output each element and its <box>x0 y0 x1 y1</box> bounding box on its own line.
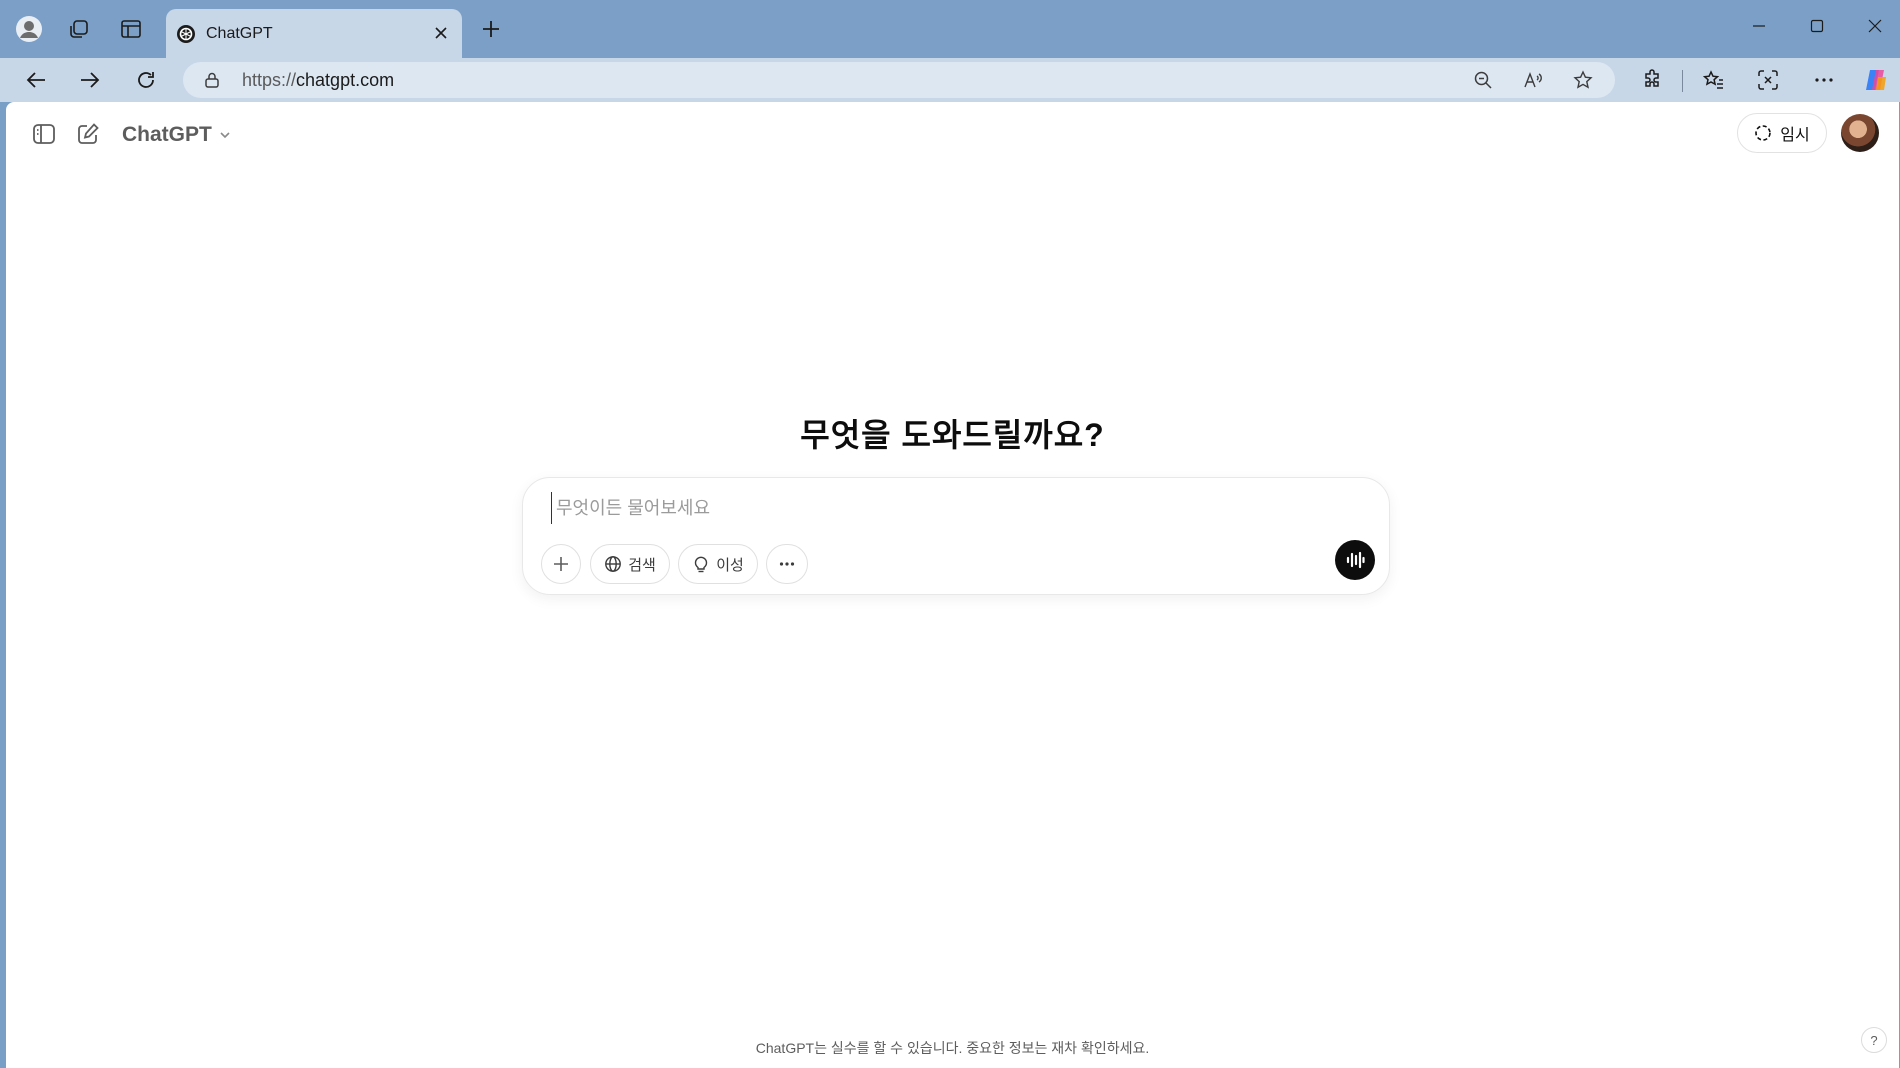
temporary-chat-button[interactable]: 임시 <box>1737 113 1827 153</box>
reason-label: 이성 <box>716 556 744 574</box>
reason-button[interactable]: 이성 <box>678 544 758 584</box>
browser-tab-chatgpt[interactable]: ChatGPT <box>166 9 462 58</box>
plus-icon <box>481 19 501 39</box>
tab-actions-icon[interactable] <box>114 12 148 46</box>
voice-button[interactable] <box>1335 540 1375 580</box>
page-title: 무엇을 도와드릴까요? <box>800 417 1105 453</box>
address-url[interactable]: https://chatgpt.com <box>242 70 394 91</box>
refresh-icon[interactable] <box>128 62 164 98</box>
workspaces-icon[interactable] <box>62 12 96 46</box>
close-icon[interactable] <box>432 24 450 42</box>
more-icon <box>778 555 796 573</box>
prompt-composer: 검색 이성 <box>522 477 1390 595</box>
help-button[interactable]: ? <box>1861 1027 1887 1053</box>
new-chat-icon[interactable] <box>70 116 106 152</box>
forward-icon[interactable] <box>72 62 108 98</box>
tab-title: ChatGPT <box>206 24 273 42</box>
browser-toolbar: https://chatgpt.com <box>0 58 1900 102</box>
more-tools-button[interactable] <box>766 544 808 584</box>
chevron-down-icon <box>218 128 232 142</box>
lightbulb-icon <box>692 555 710 573</box>
favorite-star-icon[interactable] <box>1570 67 1596 93</box>
browser-titlebar: ChatGPT <box>0 0 1900 58</box>
favorites-icon[interactable] <box>1696 62 1732 98</box>
voice-icon <box>1344 549 1366 571</box>
copilot-icon[interactable] <box>1858 62 1894 98</box>
avatar[interactable] <box>1841 114 1879 152</box>
maximize-icon[interactable] <box>1794 6 1840 46</box>
url-scheme: https:// <box>242 70 297 90</box>
plus-icon <box>552 555 570 573</box>
more-icon[interactable] <box>1806 62 1842 98</box>
disclaimer-text: ChatGPT는 실수를 할 수 있습니다. 중요한 정보는 재차 확인하세요. <box>755 1040 1150 1056</box>
back-icon[interactable] <box>18 62 54 98</box>
globe-icon <box>604 555 622 573</box>
search-button[interactable]: 검색 <box>590 544 670 584</box>
model-selector[interactable]: ChatGPT <box>122 120 232 150</box>
window-close-icon[interactable] <box>1852 6 1898 46</box>
prompt-input[interactable] <box>551 492 1338 524</box>
zoom-out-icon[interactable] <box>1470 67 1496 93</box>
read-aloud-icon[interactable] <box>1520 67 1546 93</box>
sidebar-toggle-icon[interactable] <box>26 116 62 152</box>
chatgpt-page: ChatGPT 임시 무엇을 도와드릴까요? 검색 이성 <box>6 102 1899 1068</box>
profile-icon[interactable] <box>12 12 46 46</box>
toolbar-divider <box>1682 70 1683 92</box>
search-label: 검색 <box>628 556 656 574</box>
model-label: ChatGPT <box>122 123 212 146</box>
temporary-chat-label: 임시 <box>1780 127 1810 144</box>
minimize-icon[interactable] <box>1736 6 1782 46</box>
attach-button[interactable] <box>541 544 581 584</box>
lock-icon[interactable] <box>199 67 225 93</box>
address-bar[interactable]: https://chatgpt.com <box>183 62 1615 98</box>
screenshot-icon[interactable] <box>1750 62 1786 98</box>
temporary-chat-icon <box>1754 124 1772 142</box>
url-host: chatgpt.com <box>296 70 395 90</box>
chatgpt-logo-icon <box>176 24 196 44</box>
extensions-icon[interactable] <box>1634 62 1670 98</box>
new-tab-button[interactable] <box>474 12 508 46</box>
